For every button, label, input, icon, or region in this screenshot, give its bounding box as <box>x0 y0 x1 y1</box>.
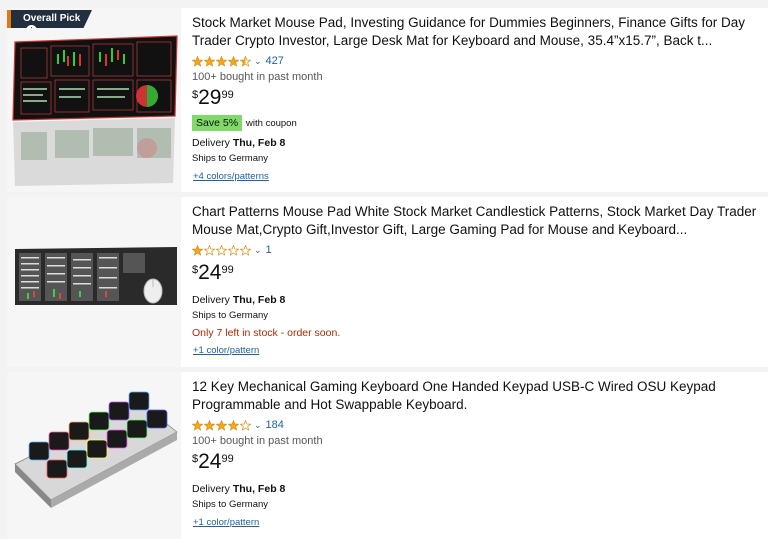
star-rating[interactable] <box>192 244 252 256</box>
price-whole: 24 <box>198 450 222 473</box>
star-rating[interactable] <box>192 419 252 431</box>
delivery-info: Delivery Thu, Feb 8 <box>192 483 760 495</box>
review-count-link[interactable]: 184 <box>266 419 284 431</box>
variants-link[interactable]: +1 color/pattern <box>193 345 259 356</box>
price-fraction: 99 <box>221 264 234 276</box>
review-count-link[interactable]: 1 <box>266 244 272 256</box>
star-icon <box>216 55 227 67</box>
product-card: 12 Key Mechanical Gaming Keyboard One Ha… <box>7 372 768 539</box>
star-icon <box>192 244 203 256</box>
star-icon <box>204 419 215 431</box>
product-card: Overall Picki <box>7 8 768 192</box>
star-icon <box>216 244 227 256</box>
price: $29 99 <box>192 87 760 111</box>
chevron-down-icon[interactable]: ⌄ <box>254 420 262 431</box>
star-icon <box>240 419 251 431</box>
product-title[interactable]: 12 Key Mechanical Gaming Keyboard One Ha… <box>192 378 760 414</box>
product-image[interactable] <box>7 372 181 539</box>
bought-in-past-month: 100+ bought in past month <box>192 71 323 83</box>
bought-in-past-month: 100+ bought in past month <box>192 435 323 447</box>
ships-to: Ships to Germany <box>192 310 269 321</box>
ships-to: Ships to Germany <box>192 153 269 164</box>
star-icon <box>192 55 203 67</box>
coupon-badge[interactable]: Save 5% <box>192 115 243 131</box>
price: $24 99 <box>192 451 760 475</box>
review-count-link[interactable]: 427 <box>266 55 284 67</box>
product-title[interactable]: Chart Patterns Mouse Pad White Stock Mar… <box>192 203 760 239</box>
star-icon <box>204 244 215 256</box>
coupon-note: with coupon <box>246 117 297 129</box>
star-icon <box>228 419 239 431</box>
star-rating[interactable] <box>192 55 252 67</box>
ships-to: Ships to Germany <box>192 499 269 510</box>
price-whole: 24 <box>198 261 222 284</box>
delivery-date: Thu, Feb 8 <box>232 294 286 306</box>
chevron-down-icon[interactable]: ⌄ <box>254 56 262 67</box>
product-card: Chart Patterns Mouse Pad White Stock Mar… <box>7 197 768 367</box>
star-icon <box>216 419 227 431</box>
delivery-date: Thu, Feb 8 <box>232 137 286 149</box>
delivery-info: Delivery Thu, Feb 8 <box>192 294 760 306</box>
product-image[interactable] <box>7 8 181 192</box>
stock-warning: Only 7 left in stock - order soon. <box>192 327 341 339</box>
delivery-label: Delivery <box>192 483 230 495</box>
price-fraction: 99 <box>221 453 234 465</box>
price: $24 99 <box>192 262 760 286</box>
overall-pick-badge: Overall Picki <box>7 10 92 28</box>
delivery-info: Delivery Thu, Feb 8 <box>192 137 760 149</box>
variants-link[interactable]: +4 colors/patterns <box>193 171 269 182</box>
price-fraction: 99 <box>221 89 234 101</box>
chevron-down-icon[interactable]: ⌄ <box>254 245 262 256</box>
star-icon <box>192 419 203 431</box>
star-icon <box>204 55 215 67</box>
star-icon <box>228 55 239 67</box>
badge-label: Overall Pick <box>23 13 81 24</box>
delivery-date: Thu, Feb 8 <box>232 483 286 495</box>
delivery-label: Delivery <box>192 137 230 149</box>
price-whole: 29 <box>198 86 222 109</box>
delivery-label: Delivery <box>192 294 230 306</box>
product-title[interactable]: Stock Market Mouse Pad, Investing Guidan… <box>192 14 760 50</box>
star-icon <box>240 55 251 67</box>
star-icon <box>240 244 251 256</box>
variants-link[interactable]: +1 color/pattern <box>193 517 259 528</box>
product-image[interactable] <box>7 197 181 367</box>
star-icon <box>228 244 239 256</box>
